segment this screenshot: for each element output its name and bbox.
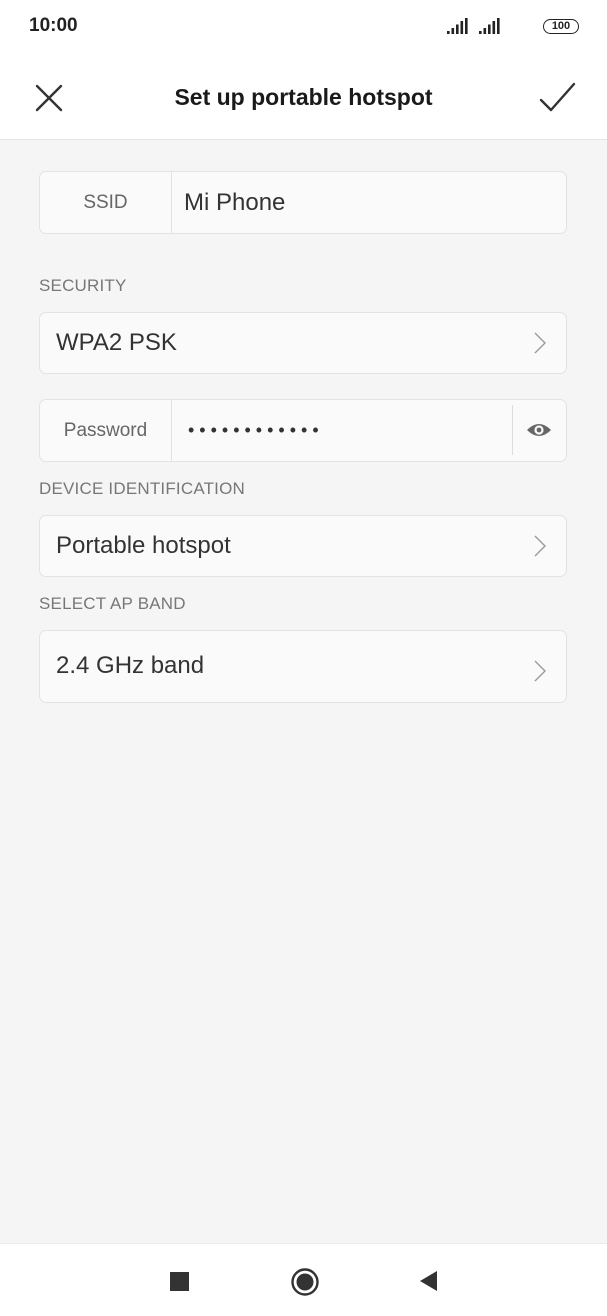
- password-field[interactable]: Password ••••••••••••: [39, 399, 567, 462]
- triangle-back-icon: [420, 1271, 437, 1291]
- device-identification-value: Portable hotspot: [56, 532, 231, 559]
- status-bar: 10:00 100: [0, 0, 607, 56]
- show-password-button[interactable]: [524, 416, 554, 444]
- signal-strength-icon: [447, 18, 468, 34]
- signal-strength-icon: [479, 18, 500, 34]
- ap-band-section-label: SELECT AP BAND: [39, 594, 186, 613]
- ssid-label: SSID: [40, 172, 172, 233]
- security-value: WPA2 PSK: [56, 329, 177, 356]
- home-button[interactable]: [290, 1267, 320, 1302]
- confirm-button[interactable]: [537, 78, 577, 118]
- navigation-bar: [0, 1243, 607, 1316]
- square-icon: [170, 1272, 189, 1291]
- status-time: 10:00: [29, 15, 78, 36]
- back-button[interactable]: [420, 1271, 438, 1296]
- battery-indicator: 100: [543, 19, 579, 34]
- password-label: Password: [40, 400, 172, 461]
- ap-band-value: 2.4 GHz band: [56, 651, 205, 679]
- device-identification-section-label: DEVICE IDENTIFICATION: [39, 479, 246, 498]
- password-input[interactable]: ••••••••••••: [188, 400, 324, 461]
- chevron-right-icon: [534, 660, 546, 681]
- device-identification-selector[interactable]: Portable hotspot: [39, 515, 567, 577]
- chevron-right-icon: [534, 332, 546, 354]
- circle-icon: [291, 1268, 319, 1296]
- security-selector[interactable]: WPA2 PSK: [39, 312, 567, 374]
- chevron-right-icon: [534, 535, 546, 557]
- header: Set up portable hotspot: [0, 56, 607, 140]
- page-title: Set up portable hotspot: [174, 84, 433, 110]
- ap-band-selector[interactable]: 2.4 GHz band: [39, 630, 567, 703]
- ssid-field[interactable]: SSID Mi Phone: [39, 171, 567, 234]
- check-icon: [539, 82, 576, 112]
- security-section-label: SECURITY: [39, 276, 127, 295]
- ssid-input[interactable]: Mi Phone: [184, 172, 285, 233]
- recents-button[interactable]: [170, 1272, 189, 1296]
- password-divider: [512, 405, 513, 455]
- eye-icon: [527, 424, 551, 436]
